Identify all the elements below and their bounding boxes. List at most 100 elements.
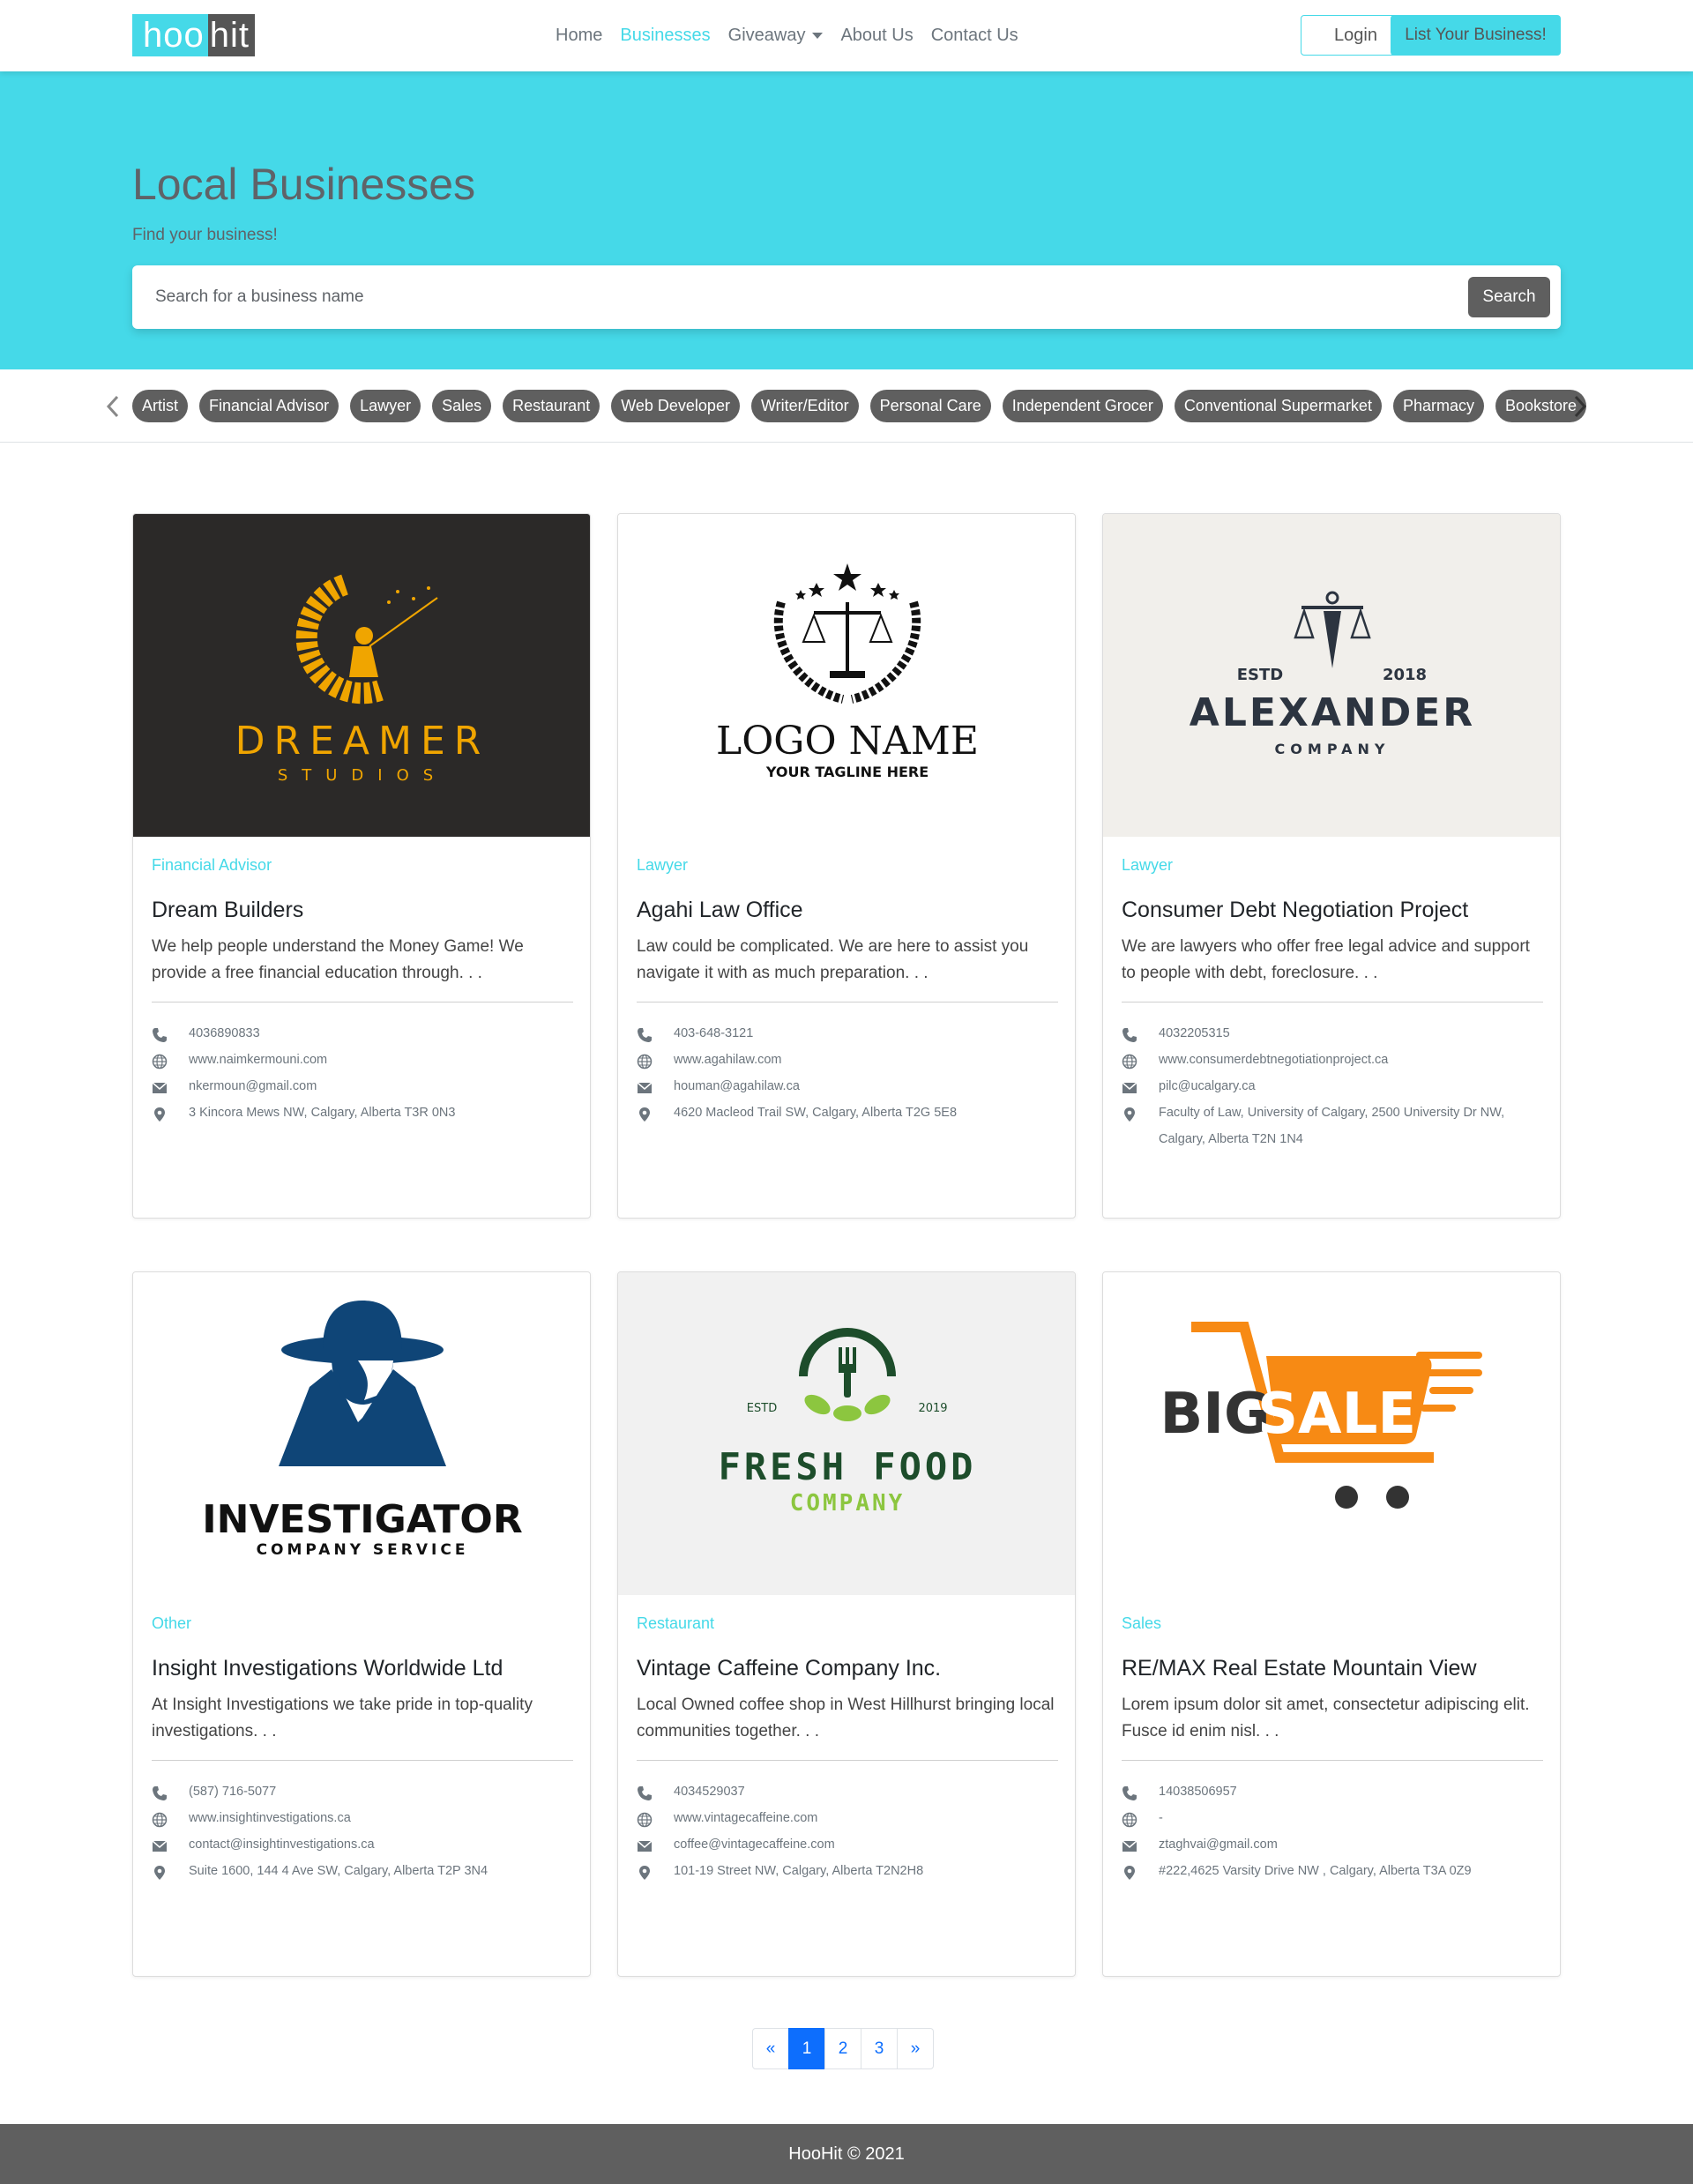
card-website[interactable]: www.insightinvestigations.ca — [189, 1805, 351, 1831]
page-button-1[interactable]: 1 — [788, 2028, 825, 2069]
card-phone[interactable]: 4032205315 — [1159, 1020, 1230, 1047]
card-title[interactable]: Dream Builders — [152, 898, 303, 923]
divider — [637, 1002, 1058, 1003]
category-chip[interactable]: Pharmacy — [1392, 390, 1484, 422]
business-logo-image: INVESTIGATOR COMPANY SERVICE — [133, 1272, 590, 1595]
navbar: hoo hit Home Businesses Giveaway About U… — [0, 0, 1693, 71]
logo-year: 2018 — [1383, 666, 1427, 684]
card-title[interactable]: RE/MAX Real Estate Mountain View — [1122, 1656, 1477, 1681]
category-chip[interactable]: Artist — [132, 390, 189, 422]
card-description: We are lawyers who offer free legal advi… — [1122, 937, 1530, 982]
business-card[interactable]: LOGO NAME YOUR TAGLINE HERE Lawyer Agahi… — [617, 513, 1076, 1219]
card-category[interactable]: Lawyer — [637, 856, 688, 875]
nav-links: Home Businesses Giveaway About Us Contac… — [556, 0, 1018, 71]
card-website[interactable]: www.agahilaw.com — [674, 1047, 782, 1073]
page-button-3[interactable]: 3 — [861, 2028, 898, 2069]
logo-estd: ESTD — [747, 1402, 777, 1415]
caret-down-icon — [812, 33, 824, 40]
envelope-icon — [637, 1078, 674, 1096]
business-logo-image: LOGO NAME YOUR TAGLINE HERE — [618, 514, 1075, 837]
category-chip[interactable]: Conventional Supermarket — [1174, 390, 1382, 422]
nav-link-home[interactable]: Home — [556, 26, 602, 46]
card-email[interactable]: pilc@ucalgary.ca — [1159, 1073, 1256, 1099]
business-card[interactable]: DREAMER STUDIOS Financial Advisor Dream … — [132, 513, 591, 1219]
card-title[interactable]: Consumer Debt Negotiation Project — [1122, 898, 1468, 923]
chevron-left-icon[interactable] — [100, 369, 126, 443]
globe-icon — [637, 1052, 674, 1070]
card-email[interactable]: ztaghvai@gmail.com — [1159, 1831, 1278, 1858]
card-website[interactable]: www.vintagecaffeine.com — [674, 1805, 817, 1831]
card-email[interactable]: coffee@vintagecaffeine.com — [674, 1831, 835, 1858]
card-category[interactable]: Lawyer — [1122, 856, 1173, 875]
card-title[interactable]: Vintage Caffeine Company Inc. — [637, 1656, 941, 1681]
business-card[interactable]: INVESTIGATOR COMPANY SERVICE Other Insig… — [132, 1271, 591, 1977]
business-card[interactable]: ESTD 2019 FRESH FOOD COMPANY Restaurant … — [617, 1271, 1076, 1977]
card-title[interactable]: Insight Investigations Worldwide Ltd — [152, 1656, 503, 1681]
page-title: Local Businesses — [132, 160, 476, 209]
map-pin-icon — [1122, 1105, 1159, 1122]
card-website[interactable]: www.consumerdebtnegotiationproject.ca — [1159, 1047, 1388, 1073]
category-chip[interactable]: Personal Care — [869, 390, 991, 422]
map-pin-icon — [637, 1105, 674, 1122]
envelope-icon — [1122, 1837, 1159, 1854]
card-title[interactable]: Agahi Law Office — [637, 898, 803, 923]
category-chip[interactable]: Lawyer — [350, 390, 421, 422]
globe-icon — [1122, 1810, 1159, 1828]
globe-icon — [152, 1052, 189, 1070]
nav-link-giveaway[interactable]: Giveaway — [728, 26, 824, 46]
card-category[interactable]: Sales — [1122, 1614, 1161, 1633]
card-website[interactable]: - — [1159, 1805, 1163, 1831]
business-card[interactable]: ESTD 2018 ALEXANDER COMPANY Lawyer Consu… — [1102, 513, 1561, 1219]
page-prev-button[interactable]: « — [752, 2028, 789, 2069]
card-category[interactable]: Other — [152, 1614, 191, 1633]
card-email[interactable]: nkermoun@gmail.com — [189, 1073, 317, 1099]
category-chip[interactable]: Financial Advisor — [199, 390, 339, 422]
brand-part-2: hit — [207, 14, 255, 56]
phone-icon — [152, 1784, 189, 1801]
card-phone[interactable]: 4036890833 — [189, 1020, 260, 1047]
search-input[interactable] — [155, 265, 1301, 329]
business-logo-image: BIG SALE — [1103, 1272, 1560, 1595]
nav-link-about[interactable]: About Us — [840, 26, 913, 46]
map-pin-icon — [637, 1863, 674, 1881]
business-logo-image: DREAMER STUDIOS — [133, 514, 590, 837]
card-phone[interactable]: 403-648-3121 — [674, 1020, 753, 1047]
envelope-icon — [152, 1078, 189, 1096]
card-phone[interactable]: 4034529037 — [674, 1778, 745, 1805]
card-email[interactable]: houman@agahilaw.ca — [674, 1073, 800, 1099]
globe-icon — [152, 1810, 189, 1828]
nav-link-businesses[interactable]: Businesses — [620, 26, 710, 46]
category-chip[interactable]: Web Developer — [611, 390, 740, 422]
chevron-right-icon[interactable] — [1567, 369, 1593, 443]
category-chip[interactable]: Restaurant — [503, 390, 600, 422]
business-card[interactable]: BIG SALE Sales RE/MAX Real Estate Mounta… — [1102, 1271, 1561, 1977]
logo-text-line1: DREAMER — [235, 719, 490, 764]
card-address: 3 Kincora Mews NW, Calgary, Alberta T3R … — [189, 1106, 456, 1120]
phone-icon — [1122, 1025, 1159, 1043]
page-next-button[interactable]: » — [897, 2028, 934, 2069]
logo-text-line2: SALE — [1257, 1382, 1416, 1447]
page-subtitle: Find your business! — [132, 226, 278, 244]
card-phone[interactable]: 14038506957 — [1159, 1778, 1237, 1805]
divider — [1122, 1002, 1543, 1003]
card-website[interactable]: www.naimkermouni.com — [189, 1047, 327, 1073]
list-business-button[interactable]: List Your Business! — [1391, 15, 1561, 56]
category-chip[interactable]: Sales — [432, 390, 492, 422]
card-email[interactable]: contact@insightinvestigations.ca — [189, 1831, 375, 1858]
card-description: Lorem ipsum dolor sit amet, consectetur … — [1122, 1696, 1530, 1740]
card-phone[interactable]: (587) 716-5077 — [189, 1778, 276, 1805]
search-button[interactable]: Search — [1468, 277, 1550, 317]
nav-link-contact[interactable]: Contact Us — [931, 26, 1018, 46]
brand-logo[interactable]: hoo hit — [132, 14, 255, 56]
card-category[interactable]: Restaurant — [637, 1614, 714, 1633]
pagination: « 1 2 3 » — [752, 2028, 934, 2069]
page-button-2[interactable]: 2 — [824, 2028, 861, 2069]
logo-year: 2019 — [918, 1402, 947, 1415]
card-description: We help people understand the Money Game… — [152, 937, 524, 982]
envelope-icon — [637, 1837, 674, 1854]
category-chip[interactable]: Independent Grocer — [1002, 390, 1163, 422]
category-chip[interactable]: Writer/Editor — [750, 390, 859, 422]
envelope-icon — [152, 1837, 189, 1854]
card-category[interactable]: Financial Advisor — [152, 856, 272, 875]
card-address: Suite 1600, 144 4 Ave SW, Calgary, Alber… — [189, 1864, 489, 1878]
